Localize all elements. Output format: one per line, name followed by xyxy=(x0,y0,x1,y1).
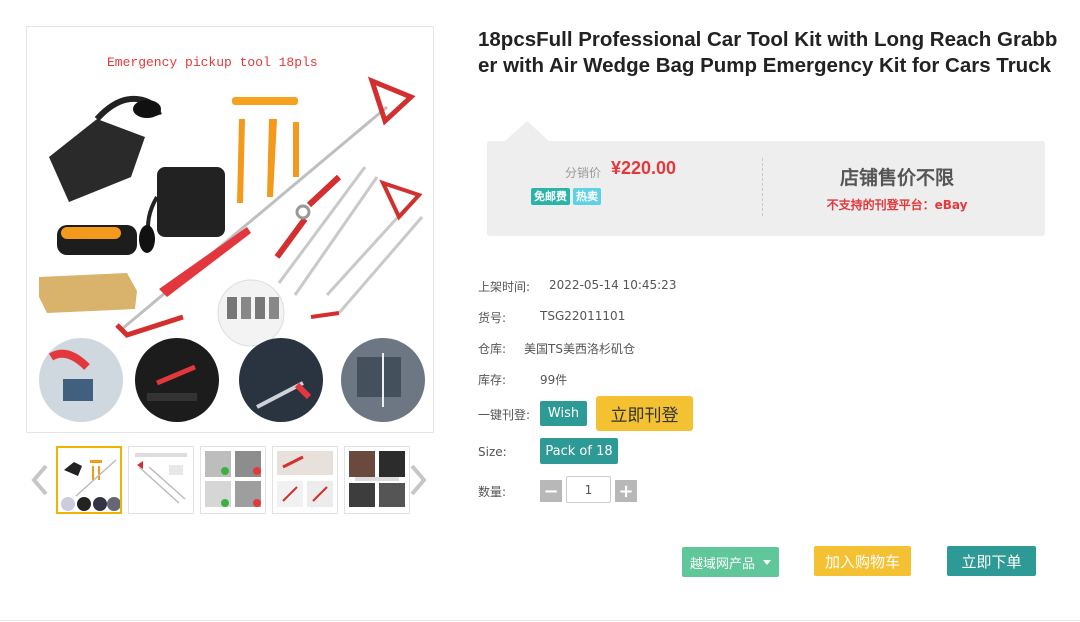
bottom-divider xyxy=(0,620,1080,621)
publish-now-button[interactable]: 立即刊登 xyxy=(596,396,693,431)
thumbnail-3[interactable] xyxy=(200,446,266,514)
chevron-left-icon[interactable] xyxy=(28,462,52,498)
free-shipping-badge: 免邮费 xyxy=(531,188,570,205)
price-label: 分销价 xyxy=(565,166,602,180)
sku-label: 货号: xyxy=(478,311,507,325)
size-label: Size: xyxy=(478,445,507,459)
listed-time-value: 2022-05-14 10:45:23 xyxy=(549,278,677,292)
price-value: ¥220.00 xyxy=(611,158,677,178)
quantity-label: 数量: xyxy=(478,485,507,499)
buy-now-button[interactable]: 立即下单 xyxy=(947,546,1036,576)
sku-value: TSG22011101 xyxy=(540,309,626,323)
listed-time-label: 上架时间: xyxy=(478,280,531,294)
chevron-right-icon[interactable] xyxy=(406,462,430,498)
yuecheng-label: 越域网产品 xyxy=(689,556,755,572)
stock-value: 99件 xyxy=(540,373,568,387)
product-detail-page: Emergency pickup tool 18pls 18pcsFull Pr… xyxy=(0,0,1080,622)
shop-price-title: 店铺售价不限 xyxy=(839,167,954,189)
thumbnail-carousel xyxy=(26,446,434,516)
divider xyxy=(762,158,763,216)
thumbnail-4[interactable] xyxy=(272,446,338,514)
caret-down-icon xyxy=(763,559,771,565)
unsupported-platform-note: 不支持的刊登平台：eBay xyxy=(826,198,968,212)
stock-label: 库存: xyxy=(478,373,507,387)
price-panel: 分销价 ¥220.00 免邮费 热卖 店铺售价不限 不支持的刊登平台：eBay xyxy=(487,121,1045,236)
badge-group: 免邮费 热卖 xyxy=(531,188,601,205)
thumbnail-list xyxy=(56,446,410,514)
hot-sale-badge: 热卖 xyxy=(573,188,601,205)
thumbnail-1[interactable] xyxy=(56,446,122,514)
thumbnail-5[interactable] xyxy=(344,446,410,514)
quantity-input[interactable] xyxy=(566,476,611,503)
yuecheng-product-dropdown[interactable]: 越域网产品 xyxy=(682,547,779,577)
size-option-button[interactable]: Pack of 18 xyxy=(540,438,618,464)
add-to-cart-button[interactable]: 加入购物车 xyxy=(814,546,911,576)
warehouse-value: 美国TS美西洛杉矶仓 xyxy=(524,342,635,356)
product-title: 18pcsFull Professional Car Tool Kit with… xyxy=(478,28,1058,77)
main-product-image[interactable]: Emergency pickup tool 18pls xyxy=(26,26,434,433)
warehouse-label: 仓库: xyxy=(478,342,507,356)
quantity-increase-button[interactable]: + xyxy=(615,480,637,502)
wish-platform-button[interactable]: Wish xyxy=(540,401,587,426)
image-caption: Emergency pickup tool 18pls xyxy=(107,55,318,70)
quantity-decrease-button[interactable]: − xyxy=(540,480,562,502)
thumbnail-2[interactable] xyxy=(128,446,194,514)
product-illustration: Emergency pickup tool 18pls xyxy=(39,55,425,422)
publish-label: 一键刊登: xyxy=(478,408,531,422)
price-section: 分销价 ¥220.00 免邮费 热卖 xyxy=(487,141,762,236)
